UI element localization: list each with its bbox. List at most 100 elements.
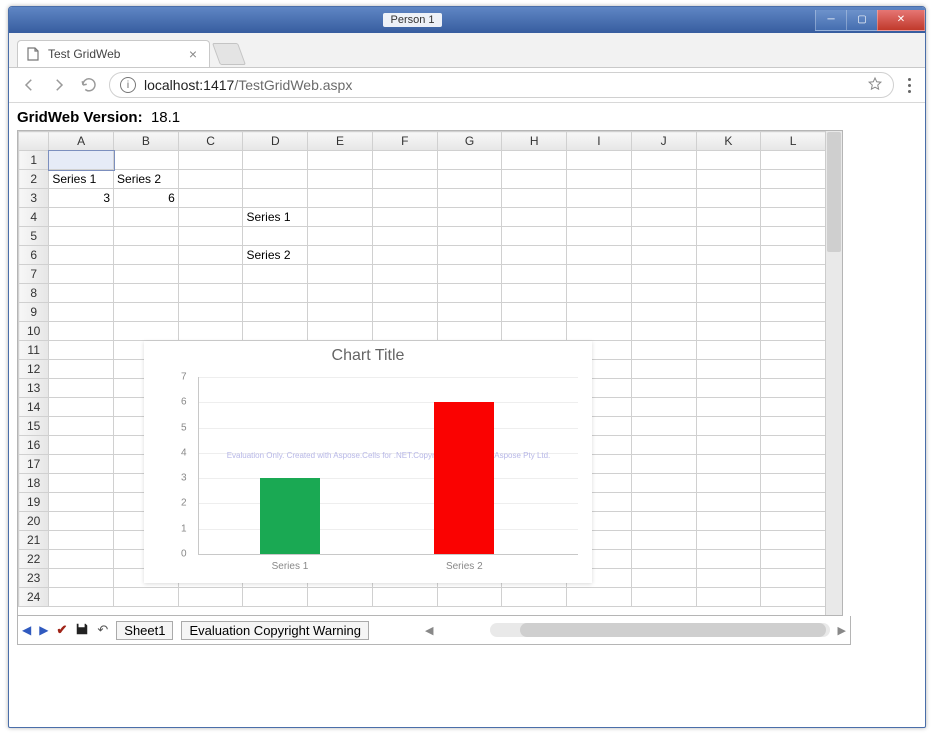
row-header-6[interactable]: 6 [19, 246, 49, 265]
cell-K5[interactable] [696, 227, 761, 246]
cell-L13[interactable] [761, 379, 826, 398]
row-header-17[interactable]: 17 [19, 455, 49, 474]
cell-I6[interactable] [567, 246, 632, 265]
col-header-J[interactable]: J [631, 132, 696, 151]
cell-C5[interactable] [178, 227, 243, 246]
cell-H24[interactable] [502, 588, 567, 607]
cell-J14[interactable] [631, 398, 696, 417]
hscroll-right[interactable]: ▶ [838, 624, 846, 637]
row-header-20[interactable]: 20 [19, 512, 49, 531]
row-header-18[interactable]: 18 [19, 474, 49, 493]
cell-E9[interactable] [308, 303, 373, 322]
cell-L16[interactable] [761, 436, 826, 455]
cell-K9[interactable] [696, 303, 761, 322]
col-header-I[interactable]: I [567, 132, 632, 151]
cell-G1[interactable] [437, 151, 502, 170]
cell-J22[interactable] [631, 550, 696, 569]
cell-L20[interactable] [761, 512, 826, 531]
cell-D10[interactable] [243, 322, 308, 341]
col-header-A[interactable]: A [49, 132, 114, 151]
cell-A17[interactable] [49, 455, 114, 474]
col-header-K[interactable]: K [696, 132, 761, 151]
cell-F4[interactable] [372, 208, 437, 227]
row-header-11[interactable]: 11 [19, 341, 49, 360]
cell-H4[interactable] [502, 208, 567, 227]
col-header-H[interactable]: H [502, 132, 567, 151]
row-header-8[interactable]: 8 [19, 284, 49, 303]
cell-H3[interactable] [502, 189, 567, 208]
cell-A13[interactable] [49, 379, 114, 398]
row-header-21[interactable]: 21 [19, 531, 49, 550]
cell-A6[interactable] [49, 246, 114, 265]
undo-icon[interactable]: ↶ [97, 622, 108, 638]
cell-J15[interactable] [631, 417, 696, 436]
cell-G8[interactable] [437, 284, 502, 303]
cell-I3[interactable] [567, 189, 632, 208]
cell-J17[interactable] [631, 455, 696, 474]
cell-E2[interactable] [308, 170, 373, 189]
cell-A19[interactable] [49, 493, 114, 512]
vertical-scroll-thumb[interactable] [827, 132, 841, 252]
cell-C8[interactable] [178, 284, 243, 303]
hscroll-left[interactable]: ◀ [425, 624, 433, 637]
cell-B6[interactable] [114, 246, 179, 265]
cell-D1[interactable] [243, 151, 308, 170]
tab-close-icon[interactable]: × [185, 47, 201, 61]
cell-K23[interactable] [696, 569, 761, 588]
cell-J4[interactable] [631, 208, 696, 227]
cell-A23[interactable] [49, 569, 114, 588]
cell-L9[interactable] [761, 303, 826, 322]
cell-L22[interactable] [761, 550, 826, 569]
spreadsheet-grid[interactable]: ABCDEFGHIJKL12Series 1Series 23364Series… [17, 130, 843, 616]
cell-B8[interactable] [114, 284, 179, 303]
cell-D9[interactable] [243, 303, 308, 322]
cell-E10[interactable] [308, 322, 373, 341]
profile-chip[interactable]: Person 1 [383, 13, 441, 27]
cell-J9[interactable] [631, 303, 696, 322]
cell-D7[interactable] [243, 265, 308, 284]
cell-C10[interactable] [178, 322, 243, 341]
col-header-E[interactable]: E [308, 132, 373, 151]
cell-J8[interactable] [631, 284, 696, 303]
cell-A2[interactable]: Series 1 [49, 170, 114, 189]
cell-J18[interactable] [631, 474, 696, 493]
cell-K11[interactable] [696, 341, 761, 360]
cell-B3[interactable]: 6 [114, 189, 179, 208]
cell-A9[interactable] [49, 303, 114, 322]
cell-H9[interactable] [502, 303, 567, 322]
cell-L7[interactable] [761, 265, 826, 284]
cell-I1[interactable] [567, 151, 632, 170]
cell-E7[interactable] [308, 265, 373, 284]
cell-B2[interactable]: Series 2 [114, 170, 179, 189]
cell-K15[interactable] [696, 417, 761, 436]
cell-D6[interactable]: Series 2 [243, 246, 308, 265]
cell-E3[interactable] [308, 189, 373, 208]
cell-C1[interactable] [178, 151, 243, 170]
cell-E8[interactable] [308, 284, 373, 303]
cell-A10[interactable] [49, 322, 114, 341]
cell-F2[interactable] [372, 170, 437, 189]
cell-A20[interactable] [49, 512, 114, 531]
cell-C2[interactable] [178, 170, 243, 189]
cell-A11[interactable] [49, 341, 114, 360]
cell-J2[interactable] [631, 170, 696, 189]
sheet-tab-warning[interactable]: Evaluation Copyright Warning [181, 621, 369, 640]
browser-tab[interactable]: Test GridWeb × [17, 40, 210, 67]
vertical-scrollbar[interactable] [825, 131, 842, 615]
row-header-2[interactable]: 2 [19, 170, 49, 189]
cell-A24[interactable] [49, 588, 114, 607]
row-header-10[interactable]: 10 [19, 322, 49, 341]
cell-J16[interactable] [631, 436, 696, 455]
cell-C6[interactable] [178, 246, 243, 265]
cell-F8[interactable] [372, 284, 437, 303]
cell-K21[interactable] [696, 531, 761, 550]
cell-L3[interactable] [761, 189, 826, 208]
cell-J20[interactable] [631, 512, 696, 531]
window-close-button[interactable]: ✕ [877, 10, 925, 31]
row-header-15[interactable]: 15 [19, 417, 49, 436]
cell-F24[interactable] [372, 588, 437, 607]
cell-G24[interactable] [437, 588, 502, 607]
cell-J21[interactable] [631, 531, 696, 550]
new-tab-button[interactable] [212, 43, 246, 65]
cell-L5[interactable] [761, 227, 826, 246]
